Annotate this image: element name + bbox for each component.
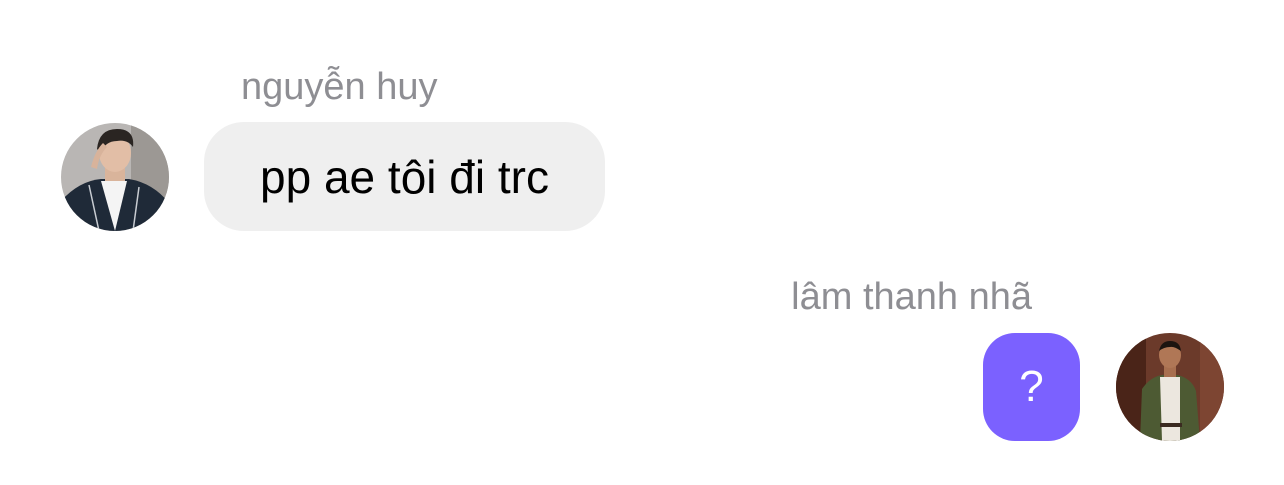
message-bubble-outgoing[interactable]: ? xyxy=(983,333,1080,441)
message-bubble-incoming[interactable]: pp ae tôi đi trc xyxy=(204,122,605,231)
profile-photo-icon xyxy=(1116,333,1224,441)
profile-photo-icon xyxy=(61,123,169,231)
sender-name: nguyễn huy xyxy=(241,66,438,108)
avatar[interactable] xyxy=(61,123,169,231)
sender-name: lâm thanh nhã xyxy=(791,276,1032,318)
avatar[interactable] xyxy=(1116,333,1224,441)
